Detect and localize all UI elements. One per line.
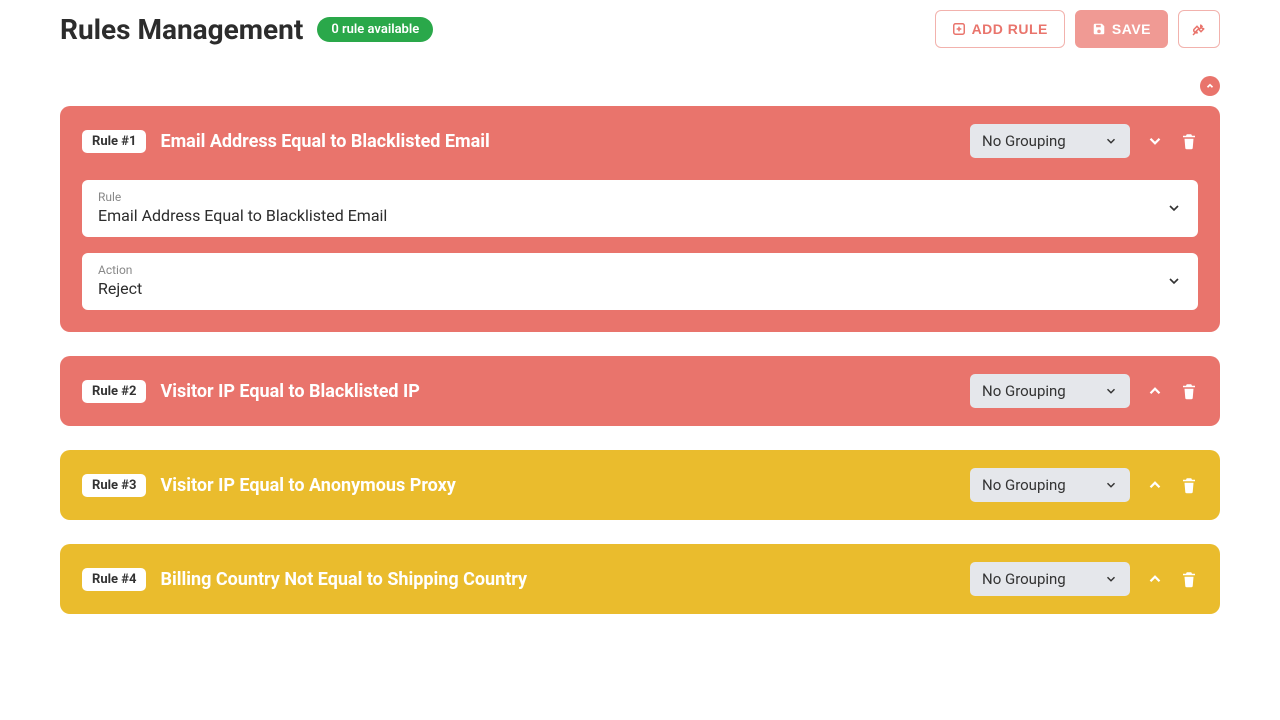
rule-header-left: Rule #1 Email Address Equal to Blacklist… — [82, 130, 490, 153]
rule-title: Visitor IP Equal to Anonymous Proxy — [160, 475, 455, 496]
expand-rule-button[interactable] — [1146, 382, 1164, 400]
page-title: Rules Management — [60, 13, 303, 46]
chevron-down-icon — [1104, 572, 1118, 586]
save-icon — [1092, 22, 1106, 36]
add-rule-button[interactable]: ADD RULE — [935, 10, 1065, 48]
rule-header: Rule #3 Visitor IP Equal to Anonymous Pr… — [82, 468, 1198, 502]
plus-square-icon — [952, 22, 966, 36]
rule-header-right: No Grouping — [970, 374, 1198, 408]
collapse-rule-button[interactable] — [1146, 132, 1164, 150]
action-field-select[interactable]: Action Reject — [82, 253, 1198, 310]
field-value-action: Reject — [98, 279, 142, 298]
rule-title: Billing Country Not Equal to Shipping Co… — [160, 569, 527, 590]
rule-number-pill: Rule #4 — [82, 568, 146, 591]
chevron-down-icon — [1166, 200, 1182, 216]
rule-number-pill: Rule #1 — [82, 130, 146, 153]
save-label: SAVE — [1112, 21, 1151, 37]
collapse-all-row — [60, 76, 1220, 96]
grouping-select[interactable]: No Grouping — [970, 562, 1130, 596]
grouping-select[interactable]: No Grouping — [970, 124, 1130, 158]
header-buttons: ADD RULE SAVE — [935, 10, 1220, 48]
rules-available-badge: 0 rule available — [317, 17, 433, 42]
chevron-down-icon — [1104, 134, 1118, 148]
collapse-all-button[interactable] — [1200, 76, 1220, 96]
rule-card-4: Rule #4 Billing Country Not Equal to Shi… — [60, 544, 1220, 614]
rule-header-left: Rule #3 Visitor IP Equal to Anonymous Pr… — [82, 474, 456, 497]
field-label-action: Action — [98, 263, 142, 277]
rule-field-select[interactable]: Rule Email Address Equal to Blacklisted … — [82, 180, 1198, 237]
delete-rule-button[interactable] — [1180, 476, 1198, 494]
rule-card-1: Rule #1 Email Address Equal to Blacklist… — [60, 106, 1220, 332]
field-left: Rule Email Address Equal to Blacklisted … — [98, 190, 387, 225]
rule-header-right: No Grouping — [970, 124, 1198, 158]
tools-icon — [1191, 21, 1207, 37]
rule-header-left: Rule #2 Visitor IP Equal to Blacklisted … — [82, 380, 420, 403]
rule-header-right: No Grouping — [970, 562, 1198, 596]
delete-rule-button[interactable] — [1180, 132, 1198, 150]
grouping-select-label: No Grouping — [982, 132, 1066, 150]
rule-card-3: Rule #3 Visitor IP Equal to Anonymous Pr… — [60, 450, 1220, 520]
rule-title: Email Address Equal to Blacklisted Email — [160, 131, 489, 152]
save-button[interactable]: SAVE — [1075, 10, 1168, 48]
title-group: Rules Management 0 rule available — [60, 13, 433, 46]
rule-number-pill: Rule #3 — [82, 474, 146, 497]
delete-rule-button[interactable] — [1180, 570, 1198, 588]
grouping-select-label: No Grouping — [982, 570, 1066, 588]
expand-rule-button[interactable] — [1146, 570, 1164, 588]
settings-button[interactable] — [1178, 10, 1220, 48]
grouping-select-label: No Grouping — [982, 476, 1066, 494]
grouping-select[interactable]: No Grouping — [970, 468, 1130, 502]
rule-header-left: Rule #4 Billing Country Not Equal to Shi… — [82, 568, 527, 591]
chevron-down-icon — [1104, 478, 1118, 492]
grouping-select-label: No Grouping — [982, 382, 1066, 400]
page-header: Rules Management 0 rule available ADD RU… — [60, 10, 1220, 48]
field-value-rule: Email Address Equal to Blacklisted Email — [98, 206, 387, 225]
rule-card-2: Rule #2 Visitor IP Equal to Blacklisted … — [60, 356, 1220, 426]
rule-title: Visitor IP Equal to Blacklisted IP — [160, 381, 419, 402]
add-rule-label: ADD RULE — [972, 21, 1048, 37]
rule-body: Rule Email Address Equal to Blacklisted … — [82, 180, 1198, 310]
chevron-down-icon — [1166, 273, 1182, 289]
rule-header-right: No Grouping — [970, 468, 1198, 502]
chevron-down-icon — [1104, 384, 1118, 398]
rule-header: Rule #4 Billing Country Not Equal to Shi… — [82, 562, 1198, 596]
rule-header: Rule #1 Email Address Equal to Blacklist… — [82, 124, 1198, 158]
expand-rule-button[interactable] — [1146, 476, 1164, 494]
field-left: Action Reject — [98, 263, 142, 298]
delete-rule-button[interactable] — [1180, 382, 1198, 400]
field-label-rule: Rule — [98, 190, 387, 204]
rule-number-pill: Rule #2 — [82, 380, 146, 403]
grouping-select[interactable]: No Grouping — [970, 374, 1130, 408]
rule-header: Rule #2 Visitor IP Equal to Blacklisted … — [82, 374, 1198, 408]
